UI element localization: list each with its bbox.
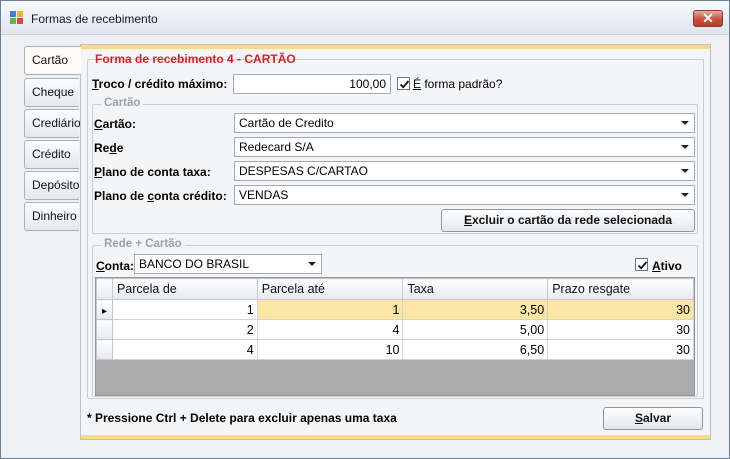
col-taxa[interactable]: Taxa bbox=[402, 278, 549, 300]
plano-taxa-label: Plano de conta taxa: bbox=[94, 165, 211, 179]
rede-label: Rede bbox=[94, 141, 124, 155]
rede-select[interactable]: Redecard S/A bbox=[234, 137, 695, 157]
app-icon bbox=[10, 11, 24, 25]
rede-group-title: Rede + Cartão bbox=[101, 238, 185, 250]
cell-parcela-de[interactable]: 4 bbox=[111, 339, 258, 360]
chevron-down-icon bbox=[681, 193, 689, 197]
row-selector[interactable] bbox=[96, 339, 113, 360]
tab-deposito[interactable]: Depósito bbox=[24, 171, 79, 200]
cell-parcela-de[interactable]: 1 bbox=[111, 299, 258, 320]
tab-cartao[interactable]: Cartão bbox=[24, 46, 81, 75]
cartao-value: Cartão de Credito bbox=[239, 116, 334, 130]
close-window-button[interactable]: ✕ bbox=[693, 10, 723, 27]
tab-label: Dinheiro bbox=[32, 209, 77, 223]
tab-label: Cheque bbox=[32, 85, 75, 99]
check-icon bbox=[637, 261, 648, 270]
save-button[interactable]: Salvar bbox=[603, 407, 703, 430]
conta-value: BANCO DO BRASIL bbox=[139, 257, 250, 271]
title-bar: Formas de recebimento ✕ bbox=[1, 1, 729, 35]
troco-label: Troco / crédito máximo: bbox=[92, 77, 228, 91]
cell-parcela-ate[interactable]: 10 bbox=[256, 339, 404, 360]
close-icon: ✕ bbox=[702, 10, 714, 26]
cell-prazo-resgate[interactable]: 30 bbox=[547, 339, 694, 360]
tab-dinheiro[interactable]: Dinheiro bbox=[24, 202, 79, 231]
panel-accent-bottom bbox=[81, 435, 710, 439]
forma-padrao-label: É forma padrão? bbox=[413, 77, 503, 91]
excluir-cartao-button[interactable]: Excluir o cartão da rede selecionada bbox=[441, 209, 695, 232]
row-selector[interactable]: ▸ bbox=[96, 299, 113, 320]
tab-label: Crediário bbox=[32, 116, 81, 130]
plano-credito-label: Plano de conta crédito: bbox=[94, 189, 227, 203]
col-prazo-resgate[interactable]: Prazo resgate bbox=[547, 278, 694, 300]
cartao-label: Cartão: bbox=[94, 117, 137, 131]
chevron-down-icon bbox=[681, 121, 689, 125]
ativo-checkbox[interactable] bbox=[635, 258, 648, 271]
row-header-corner bbox=[96, 278, 113, 300]
cell-taxa[interactable]: 3,50 bbox=[402, 299, 549, 320]
tab-label: Crédito bbox=[32, 147, 71, 161]
plano-taxa-value: DESPESAS C/CARTAO bbox=[239, 164, 368, 178]
tab-label: Cartão bbox=[32, 53, 69, 67]
footnote: * Pressione Ctrl + Delete para excluir a… bbox=[87, 411, 397, 425]
table-row[interactable]: 4 10 6,50 30 bbox=[96, 339, 694, 360]
plano-taxa-select[interactable]: DESPESAS C/CARTAO bbox=[234, 161, 695, 181]
window-title: Formas de recebimento bbox=[31, 12, 158, 26]
grid-header-row: Parcela de Parcela até Taxa Prazo resgat… bbox=[96, 278, 694, 300]
conta-select[interactable]: BANCO DO BRASIL bbox=[134, 254, 322, 274]
chevron-down-icon bbox=[308, 262, 316, 266]
panel-accent-top bbox=[81, 45, 710, 49]
tab-label: Depósito bbox=[32, 178, 80, 192]
cartao-group-title: Cartão bbox=[101, 97, 144, 109]
cartao-select[interactable]: Cartão de Credito bbox=[234, 113, 695, 133]
plano-credito-value: VENDAS bbox=[239, 188, 289, 202]
cell-prazo-resgate[interactable]: 30 bbox=[547, 299, 694, 320]
check-icon bbox=[399, 80, 410, 89]
rede-value: Redecard S/A bbox=[239, 140, 314, 154]
ativo-label: Ativo bbox=[652, 259, 683, 273]
row-selector[interactable] bbox=[96, 319, 113, 340]
tab-cheque[interactable]: Cheque bbox=[24, 78, 79, 107]
plano-credito-select[interactable]: VENDAS bbox=[234, 185, 695, 205]
tab-crediario[interactable]: Crediário bbox=[24, 109, 81, 138]
cell-parcela-ate[interactable]: 1 bbox=[256, 299, 404, 320]
tab-credito[interactable]: Crédito bbox=[24, 140, 79, 169]
form-title: Forma de recebimento 4 - CARTÃO bbox=[95, 52, 296, 66]
taxas-grid[interactable]: Parcela de Parcela até Taxa Prazo resgat… bbox=[95, 277, 695, 396]
cell-prazo-resgate[interactable]: 30 bbox=[547, 319, 694, 340]
col-parcela-de[interactable]: Parcela de bbox=[111, 278, 258, 300]
cell-taxa[interactable]: 5,00 bbox=[402, 319, 549, 340]
cell-parcela-ate[interactable]: 4 bbox=[256, 319, 404, 340]
table-row[interactable]: ▸ 1 1 3,50 30 bbox=[96, 299, 694, 320]
troco-input[interactable]: 100,00 bbox=[233, 74, 391, 94]
current-row-icon: ▸ bbox=[101, 305, 107, 317]
conta-label: Conta: bbox=[96, 259, 134, 273]
cell-taxa[interactable]: 6,50 bbox=[402, 339, 549, 360]
chevron-down-icon bbox=[681, 145, 689, 149]
col-parcela-ate[interactable]: Parcela até bbox=[256, 278, 404, 300]
chevron-down-icon bbox=[681, 169, 689, 173]
cell-parcela-de[interactable]: 2 bbox=[111, 319, 258, 340]
forma-padrao-checkbox[interactable] bbox=[397, 77, 410, 90]
table-row[interactable]: 2 4 5,00 30 bbox=[96, 319, 694, 340]
app-window: Formas de recebimento ✕ Cartão Cheque Cr… bbox=[0, 0, 730, 459]
taxas-table: Parcela de Parcela até Taxa Prazo resgat… bbox=[96, 278, 694, 360]
